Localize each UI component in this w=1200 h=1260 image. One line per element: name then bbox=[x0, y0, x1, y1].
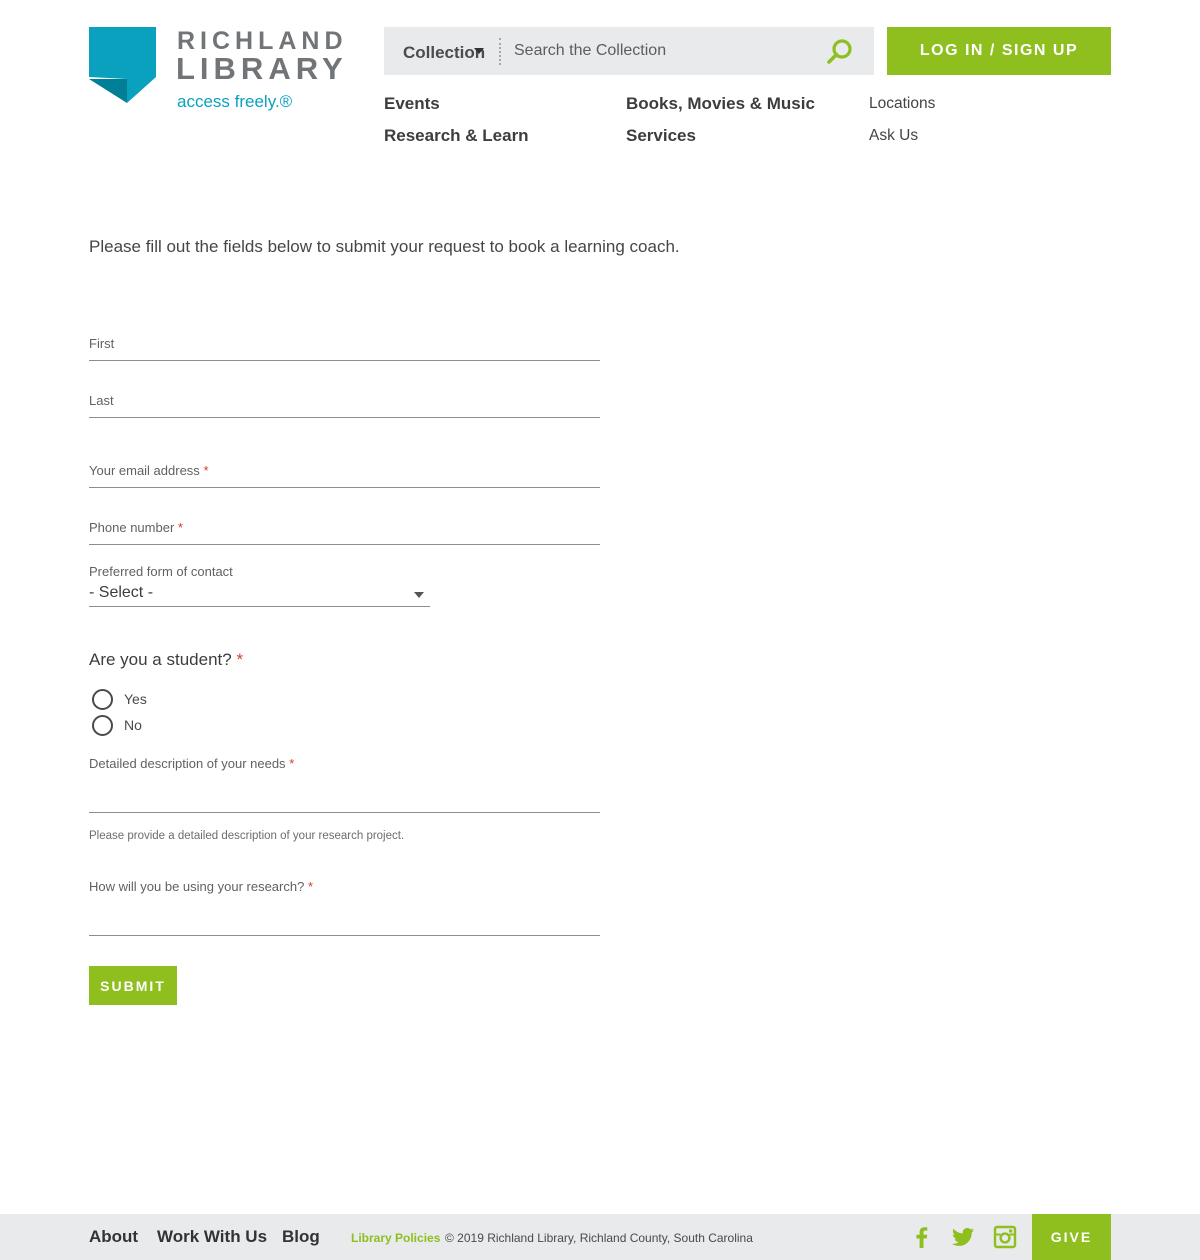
nav-services[interactable]: Services bbox=[626, 126, 696, 146]
needs-input[interactable] bbox=[89, 787, 600, 813]
radio-button-yes[interactable] bbox=[92, 688, 113, 710]
nav-locations[interactable]: Locations bbox=[869, 95, 935, 113]
usage-label: How will you be using your research? * bbox=[89, 879, 313, 894]
footer-blog-link[interactable]: Blog bbox=[282, 1227, 320, 1247]
student-question-text: Are you a student? bbox=[89, 650, 232, 669]
student-option-no[interactable]: No bbox=[92, 714, 142, 736]
search-input[interactable] bbox=[514, 37, 814, 65]
phone-field: Phone number * bbox=[89, 519, 600, 546]
logo-line-2: LIBRARY bbox=[176, 51, 348, 86]
logo-tagline: access freely.® bbox=[177, 92, 293, 111]
instagram-icon[interactable] bbox=[993, 1225, 1017, 1249]
facebook-icon[interactable] bbox=[910, 1225, 934, 1249]
usage-label-text: How will you be using your research? bbox=[89, 879, 305, 894]
chevron-down-icon bbox=[414, 592, 424, 598]
phone-input[interactable] bbox=[89, 519, 600, 545]
email-input[interactable] bbox=[89, 462, 600, 488]
footer-about-link[interactable]: About bbox=[89, 1227, 138, 1247]
nav-ask-us[interactable]: Ask Us bbox=[869, 127, 918, 145]
radio-button-no[interactable] bbox=[92, 714, 113, 736]
needs-label-text: Detailed description of your needs bbox=[89, 756, 286, 771]
nav-research-learn[interactable]: Research & Learn bbox=[384, 126, 529, 146]
copyright-text: © 2019 Richland Library, Richland County… bbox=[445, 1231, 753, 1245]
first-name-field: First bbox=[89, 335, 600, 362]
needs-help-text: Please provide a detailed description of… bbox=[89, 830, 405, 842]
search-icon bbox=[827, 39, 852, 64]
required-mark: * bbox=[236, 650, 244, 669]
needs-field: Detailed description of your needs * bbox=[89, 755, 600, 814]
search-button[interactable] bbox=[824, 37, 854, 67]
chevron-down-icon bbox=[474, 48, 484, 54]
last-name-field: Last bbox=[89, 392, 600, 419]
submit-button[interactable]: SUBMIT bbox=[89, 966, 177, 1005]
footer-work-with-us-link[interactable]: Work With Us bbox=[157, 1227, 267, 1247]
student-option-yes[interactable]: Yes bbox=[92, 688, 147, 710]
usage-input[interactable] bbox=[89, 910, 600, 936]
student-question: Are you a student? * bbox=[89, 650, 243, 670]
site-footer: About Work With Us Blog Library Policies… bbox=[0, 1214, 1200, 1260]
library-policies-link[interactable]: Library Policies bbox=[351, 1231, 440, 1245]
required-mark: * bbox=[289, 756, 295, 771]
needs-label: Detailed description of your needs * bbox=[89, 756, 294, 771]
login-signup-button[interactable]: LOG IN / SIGN UP bbox=[887, 27, 1111, 75]
radio-label-no: No bbox=[124, 717, 142, 733]
search-bar: Collection bbox=[384, 27, 874, 75]
first-name-input[interactable] bbox=[89, 335, 600, 361]
required-mark: * bbox=[307, 879, 314, 894]
nav-events[interactable]: Events bbox=[384, 94, 440, 114]
form-intro: Please fill out the fields below to subm… bbox=[89, 237, 680, 256]
contact-method-label: Preferred form of contact bbox=[89, 564, 233, 579]
contact-method-value: - Select - bbox=[89, 584, 154, 601]
search-scope-dropdown[interactable]: Collection bbox=[403, 43, 485, 63]
email-field: Your email address * bbox=[89, 462, 600, 489]
search-divider bbox=[499, 38, 501, 65]
give-button[interactable]: GIVE bbox=[1032, 1214, 1111, 1260]
twitter-icon[interactable] bbox=[951, 1225, 975, 1249]
site-logo[interactable]: RICHLAND LIBRARY access freely.® bbox=[89, 27, 349, 117]
last-name-input[interactable] bbox=[89, 392, 600, 418]
usage-field: How will you be using your research? * bbox=[89, 878, 600, 937]
logo-mark-icon bbox=[89, 27, 156, 103]
nav-books-movies-music[interactable]: Books, Movies & Music bbox=[626, 94, 815, 114]
radio-label-yes: Yes bbox=[124, 691, 147, 707]
contact-method-select[interactable]: - Select - bbox=[89, 584, 430, 607]
